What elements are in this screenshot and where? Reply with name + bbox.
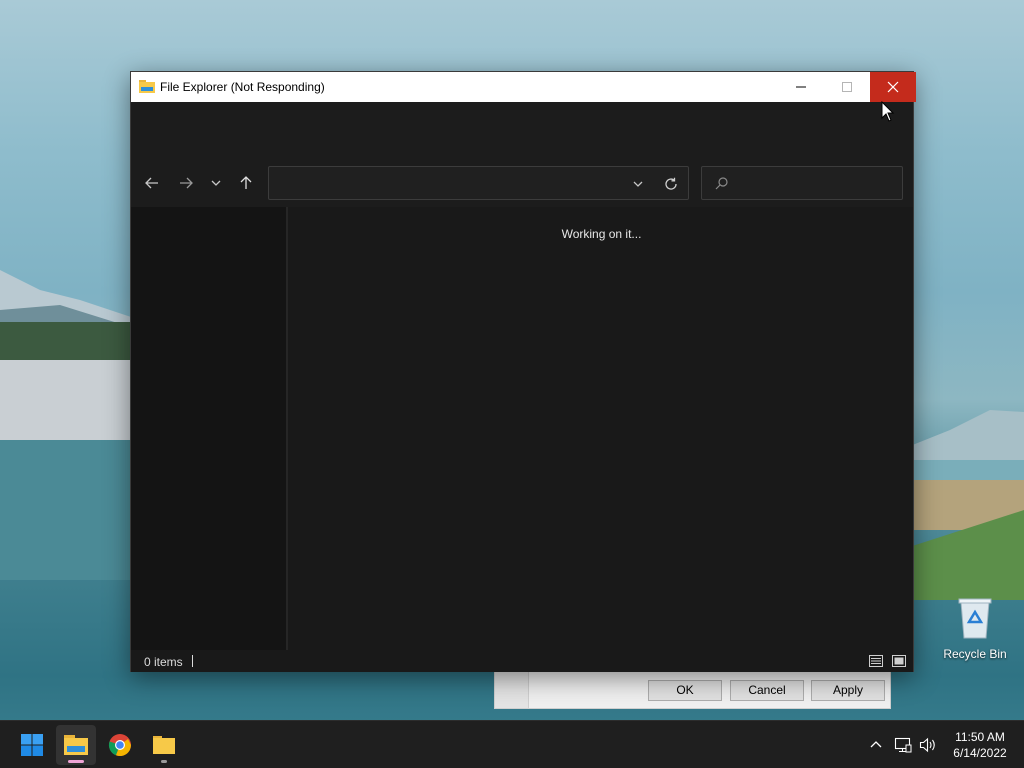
taskbar-folder[interactable] [144, 725, 184, 765]
status-divider [192, 655, 193, 667]
recent-locations-button[interactable] [206, 173, 226, 193]
command-bar [131, 102, 913, 159]
close-button[interactable] [870, 72, 916, 102]
arrow-right-icon [180, 177, 193, 189]
file-list-pane[interactable]: Working on it... [290, 207, 913, 650]
item-count: 0 items [144, 655, 183, 669]
running-indicator [161, 760, 167, 763]
clock[interactable]: 11:50 AM 6/14/2022 [940, 729, 1020, 761]
taskbar-file-explorer[interactable] [56, 725, 96, 765]
apply-button[interactable]: Apply [811, 680, 885, 701]
wallpaper-landscape-left [0, 270, 140, 580]
window-title: File Explorer (Not Responding) [160, 80, 325, 94]
close-icon [887, 81, 899, 93]
chevron-up-icon [870, 741, 882, 748]
cancel-button[interactable]: Cancel [730, 680, 804, 701]
large-icons-view-icon[interactable] [891, 653, 907, 669]
search-input[interactable] [734, 173, 894, 193]
recycle-bin-shortcut[interactable]: Recycle Bin [940, 596, 1010, 661]
show-hidden-icons-button[interactable] [866, 735, 886, 755]
recycle-bin-label: Recycle Bin [943, 647, 1007, 661]
forward-button[interactable] [176, 173, 196, 193]
refresh-icon [665, 177, 677, 190]
taskbar-chrome[interactable] [100, 725, 140, 765]
taskbar: 11:50 AM 6/14/2022 [0, 720, 1024, 768]
network-status[interactable] [893, 735, 913, 755]
clock-date: 6/14/2022 [953, 746, 1007, 760]
recycle-bin-icon [958, 598, 992, 639]
folder-icon [153, 736, 175, 754]
mouse-cursor-icon [881, 101, 895, 122]
search-icon [715, 177, 728, 190]
file-explorer-icon [64, 735, 88, 755]
title-bar[interactable]: File Explorer (Not Responding) [131, 72, 916, 102]
start-button[interactable] [12, 725, 52, 765]
clock-time: 11:50 AM [955, 730, 1005, 744]
details-view-icon[interactable] [868, 653, 884, 669]
search-box[interactable] [701, 166, 903, 200]
chevron-down-icon [211, 180, 221, 186]
refresh-button[interactable] [661, 174, 681, 194]
wallpaper-landscape-right [900, 410, 1024, 600]
arrow-up-icon [240, 176, 252, 189]
maximize-button[interactable] [824, 72, 870, 102]
address-input[interactable] [277, 173, 617, 193]
back-button[interactable] [142, 173, 162, 193]
running-indicator [68, 760, 84, 763]
ok-button[interactable]: OK [648, 680, 722, 701]
network-icon [894, 737, 912, 753]
maximize-icon [842, 82, 852, 92]
chevron-down-icon [633, 181, 643, 187]
dialog-side-strip [495, 672, 529, 708]
minimize-button[interactable] [778, 72, 824, 102]
address-bar[interactable] [268, 166, 689, 200]
navigation-bar [131, 159, 913, 207]
background-dialog: OK Cancel Apply [494, 671, 891, 709]
minimize-icon [796, 86, 806, 88]
address-dropdown-button[interactable] [628, 174, 648, 194]
file-explorer-app-icon [139, 80, 155, 93]
up-button[interactable] [236, 173, 256, 193]
volume-control[interactable] [918, 735, 938, 755]
chrome-icon [108, 734, 132, 757]
navigation-pane[interactable] [131, 207, 288, 650]
speaker-icon [919, 737, 935, 753]
start-icon [21, 734, 43, 756]
arrow-left-icon [145, 177, 158, 189]
status-bar: 0 items [131, 650, 913, 672]
loading-message: Working on it... [561, 227, 642, 241]
file-explorer-window: File Explorer (Not Responding) Working o… [130, 71, 916, 672]
